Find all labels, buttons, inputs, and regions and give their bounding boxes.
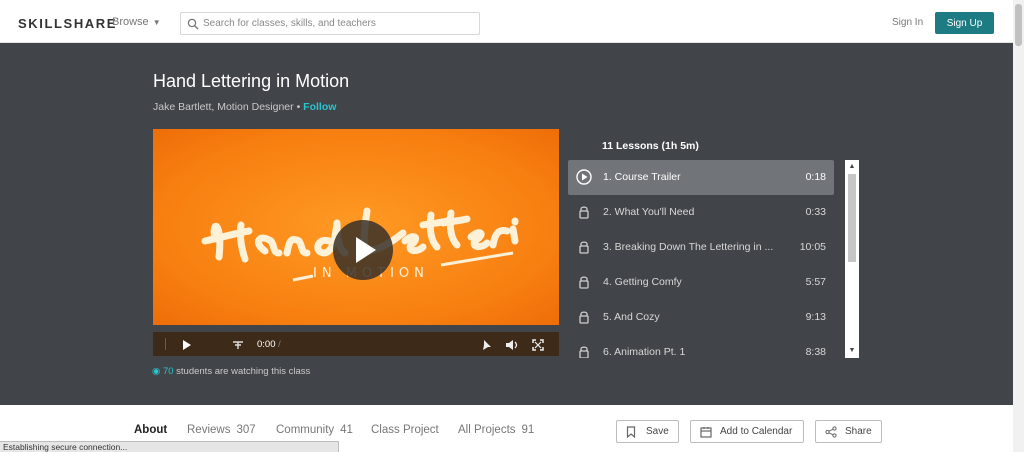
page-scrollbar[interactable] (1013, 0, 1024, 452)
watching-text: students are watching this class (173, 366, 311, 377)
lesson-title: 5. And Cozy (603, 311, 660, 323)
page: SKILLSHARE Browse▼ Sign In Sign Up Hand … (0, 0, 1024, 452)
calendar-label: Add to Calendar (720, 426, 793, 437)
tab-label: Class Project (371, 424, 439, 436)
lesson-list: 1. Course Trailer 0:18 2. What You'll Ne… (568, 160, 834, 358)
play-icon (356, 237, 376, 263)
fullscreen-icon[interactable] (532, 338, 544, 352)
lesson-list-scroll-thumb[interactable] (848, 174, 856, 262)
lock-icon (579, 346, 589, 358)
lesson-duration: 0:33 (805, 206, 826, 218)
tab-count: 307 (236, 424, 256, 436)
lesson-duration: 0:18 (805, 171, 826, 183)
tab-class-project[interactable]: Class Project (371, 424, 439, 436)
tab-label: Community (276, 424, 335, 436)
skillshare-logo[interactable]: SKILLSHARE (18, 16, 117, 31)
watching-count: ◉ 70 students are watching this class (152, 366, 310, 377)
lesson-item[interactable]: 5. And Cozy 9:13 (568, 300, 834, 335)
tab-reviews[interactable]: Reviews 307 (187, 424, 256, 436)
lesson-duration: 9:13 (805, 311, 826, 323)
save-button[interactable]: Save (616, 420, 679, 443)
tab-community[interactable]: Community 41 (276, 424, 353, 436)
control-divider (165, 338, 166, 350)
browser-status-bar: Establishing secure connection... (0, 441, 339, 452)
play-icon[interactable] (182, 338, 192, 352)
lesson-item[interactable]: 1. Course Trailer 0:18 (568, 160, 834, 195)
follow-link[interactable]: Follow (303, 101, 336, 113)
lesson-title: 2. What You'll Need (603, 206, 695, 218)
sign-in-link[interactable]: Sign In (892, 17, 923, 28)
teacher-name[interactable]: Jake Bartlett, Motion Designer (153, 101, 294, 113)
scroll-down-arrow-icon[interactable]: ▼ (845, 345, 859, 357)
current-time: 0:00 (257, 339, 276, 350)
tab-label: Reviews (187, 424, 231, 436)
bookmark-icon (626, 426, 636, 438)
share-icon (825, 426, 837, 438)
pin-icon[interactable] (480, 338, 492, 352)
lesson-title: 3. Breaking Down The Lettering in ... (603, 241, 774, 253)
tab-count: 91 (521, 424, 535, 436)
video-controls: 0:00 / (153, 332, 559, 356)
eye-icon: ◉ (152, 366, 161, 377)
lesson-list-scrollbar[interactable]: ▲ ▼ (845, 160, 859, 358)
tab-all-projects[interactable]: All Projects 91 (458, 424, 534, 436)
lock-icon (579, 311, 589, 324)
video-time: 0:00 / (257, 339, 281, 350)
sign-up-button[interactable]: Sign Up (935, 12, 994, 34)
search-input[interactable] (203, 15, 473, 32)
lessons-header: 11 Lessons (1h 5m) (602, 140, 699, 152)
play-circle-icon (576, 169, 592, 185)
watching-number: 70 (162, 366, 174, 377)
chevron-down-icon: ▼ (152, 18, 161, 27)
lesson-duration: 8:38 (805, 346, 826, 358)
lock-icon (579, 241, 589, 254)
share-label: Share (845, 426, 872, 437)
lesson-title: 1. Course Trailer (603, 171, 681, 183)
lesson-title: 4. Getting Comfy (603, 276, 682, 288)
tab-about[interactable]: About (134, 424, 167, 436)
top-nav: SKILLSHARE Browse▼ Sign In Sign Up (0, 0, 1013, 43)
tab-label: All Projects (458, 424, 516, 436)
class-hero: Hand Lettering in Motion Jake Bartlett, … (0, 43, 1013, 405)
class-title: Hand Lettering in Motion (153, 71, 350, 91)
scroll-up-arrow-icon[interactable]: ▲ (845, 161, 859, 173)
teacher-byline: Jake Bartlett, Motion Designer • Follow (153, 101, 336, 113)
video-play-button[interactable] (333, 220, 393, 280)
tab-label: About (134, 424, 168, 436)
lesson-item[interactable]: 4. Getting Comfy 5:57 (568, 265, 834, 300)
lesson-title: 6. Animation Pt. 1 (603, 346, 686, 358)
browse-menu[interactable]: Browse ▼ (112, 16, 161, 28)
lock-icon (579, 206, 589, 219)
lesson-duration: 5:57 (805, 276, 826, 288)
captions-icon[interactable] (232, 338, 244, 352)
save-label: Save (646, 426, 669, 437)
time-separator: / (275, 339, 281, 350)
lesson-duration: 10:05 (799, 241, 826, 253)
video-player[interactable]: IN MOTION (153, 129, 559, 325)
search-icon (187, 18, 199, 30)
search-box[interactable] (180, 12, 480, 35)
byline-separator: • (293, 101, 304, 113)
calendar-icon (700, 427, 712, 438)
lock-icon (579, 276, 589, 289)
add-to-calendar-button[interactable]: Add to Calendar (690, 420, 804, 443)
lesson-item[interactable]: 6. Animation Pt. 1 8:38 (568, 335, 834, 358)
volume-icon[interactable] (505, 338, 519, 352)
lesson-item[interactable]: 3. Breaking Down The Lettering in ... 10… (568, 230, 834, 265)
tab-count: 41 (340, 424, 353, 436)
lesson-item[interactable]: 2. What You'll Need 0:33 (568, 195, 834, 230)
page-scroll-thumb[interactable] (1015, 4, 1022, 46)
share-button[interactable]: Share (815, 420, 882, 443)
browse-label: Browse (112, 16, 149, 28)
